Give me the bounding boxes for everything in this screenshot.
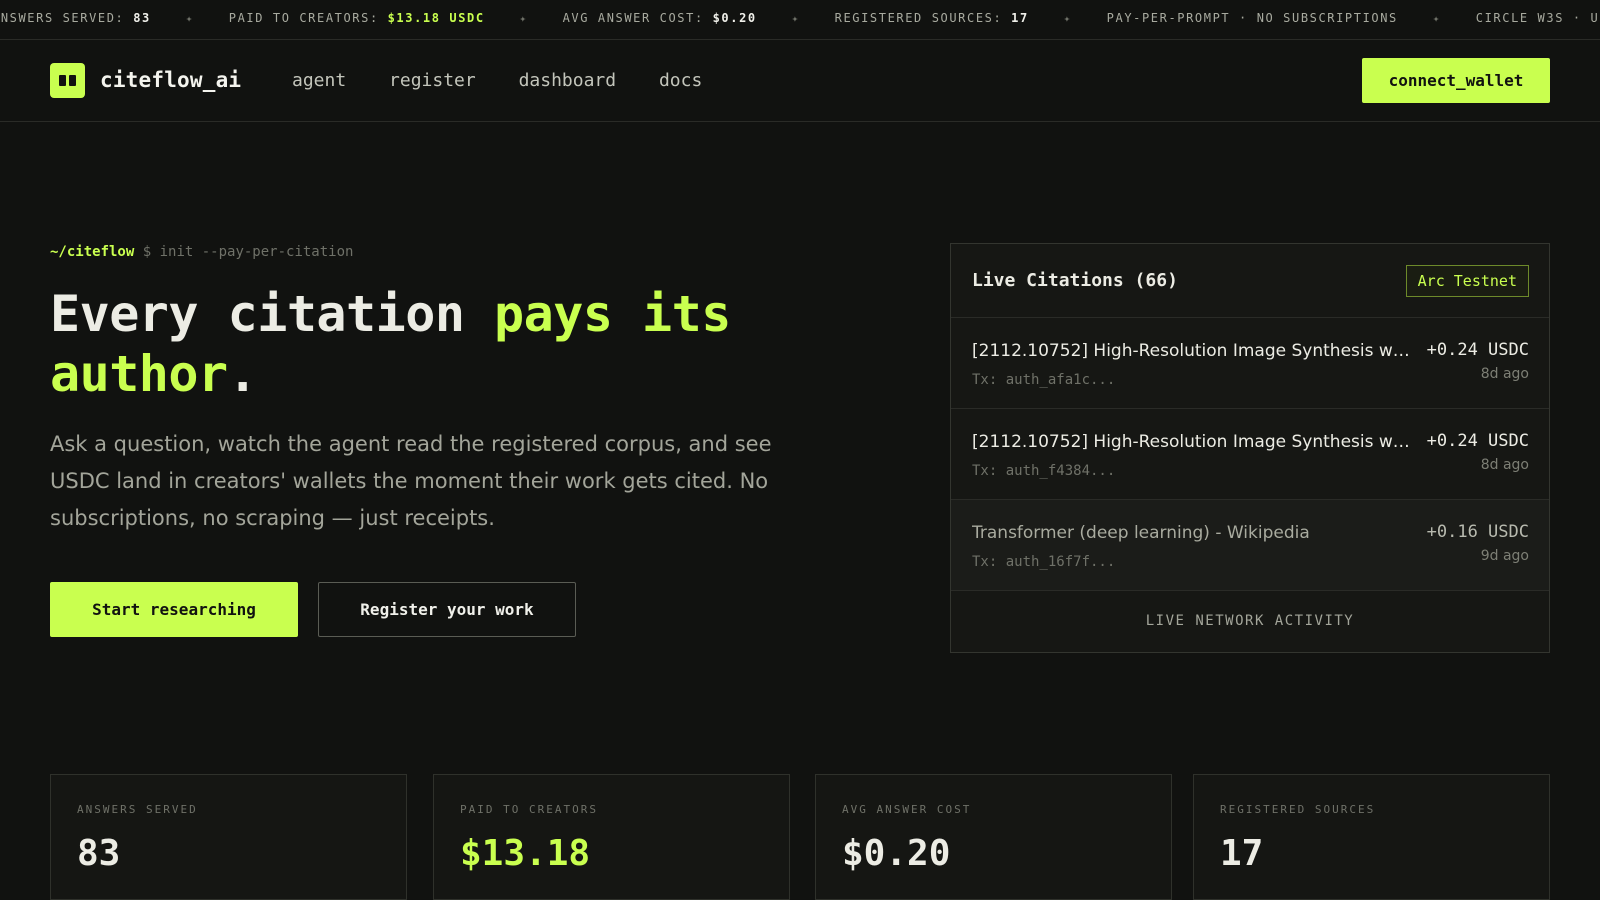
citation-time: 8d ago	[1480, 366, 1529, 382]
stats-grid: ANSWERS SERVED 83 PAID TO CREATORS $13.1…	[50, 774, 1550, 900]
sparkle-icon: ✦	[519, 12, 528, 25]
logo-glyph-left	[59, 75, 66, 86]
citation-amount: +0.24 USDC	[1426, 431, 1529, 451]
brand-name[interactable]: citeflow_ai	[100, 68, 241, 92]
ticker-item-cost: AVG ANSWER COST: $0.20	[562, 11, 757, 25]
citation-amount: +0.16 USDC	[1426, 522, 1529, 542]
sparkle-icon: ✦	[185, 12, 194, 25]
citation-title: Transformer (deep learning) - Wikipedia	[972, 523, 1310, 543]
stats-ticker: ANSWERS SERVED: 83 ✦ PAID TO CREATORS: $…	[0, 0, 1600, 40]
logo-glyph-right	[69, 75, 76, 86]
sparkle-icon: ✦	[791, 12, 800, 25]
citation-row[interactable]: Transformer (deep learning) - Wikipedia …	[951, 500, 1549, 591]
network-badge: Arc Testnet	[1405, 265, 1529, 297]
prompt-command: $ init --pay-per-citation	[134, 244, 354, 260]
citation-time: 9d ago	[1480, 548, 1529, 564]
ticker-item-sources: REGISTERED SOURCES: 17	[834, 11, 1029, 25]
top-nav: citeflow_ai agent register dashboard doc…	[0, 40, 1600, 122]
stat-value: 17	[1220, 833, 1264, 874]
start-researching-button[interactable]: Start researching	[50, 582, 298, 637]
hero-lede: Ask a question, watch the agent read the…	[50, 432, 772, 530]
citation-row[interactable]: [2112.10752] High-Resolution Image Synth…	[951, 409, 1549, 500]
stat-value: $0.20	[842, 833, 951, 874]
stat-card-sources: REGISTERED SOURCES 17	[1193, 774, 1550, 900]
citation-title: [2112.10752] High-Resolution Image Synth…	[972, 432, 1412, 452]
panel-footer[interactable]: LIVE NETWORK ACTIVITY	[951, 591, 1549, 651]
stat-value: $13.18	[460, 833, 591, 874]
ticker-item-paid: PAID TO CREATORS: $13.18 USDC	[228, 11, 485, 25]
terminal-prompt: ~/citeflow $ init --pay-per-citation	[50, 244, 353, 260]
stat-label: REGISTERED SOURCES	[1220, 803, 1376, 816]
sparkle-icon: ✦	[1063, 12, 1072, 25]
citation-tx: Tx: auth_16f7f...	[972, 554, 1116, 570]
stat-card-paid: PAID TO CREATORS $13.18	[433, 774, 790, 900]
headline-plain: Every citation	[50, 285, 495, 343]
nav-link-dashboard[interactable]: dashboard	[519, 70, 617, 91]
nav-link-agent[interactable]: agent	[292, 70, 346, 91]
stat-label: ANSWERS SERVED	[77, 803, 198, 816]
headline-accent-2: author	[50, 345, 228, 403]
live-citations-panel: Live Citations (66) Arc Testnet [2112.10…	[950, 243, 1550, 653]
stat-value: 83	[77, 833, 121, 874]
headline-end: .	[227, 345, 258, 403]
stat-card-answers: ANSWERS SERVED 83	[50, 774, 407, 900]
ticker-item-pricing: PAY-PER-PROMPT · NO SUBSCRIPTIONS	[1106, 11, 1398, 25]
citation-tx: Tx: auth_afa1c...	[972, 372, 1116, 388]
quote-mark-icon[interactable]	[50, 63, 85, 98]
ticker-item-settlement: CIRCLE W3S · USDC SETTLE	[1475, 11, 1600, 25]
register-work-button[interactable]: Register your work	[318, 582, 576, 637]
panel-header: Live Citations (66) Arc Testnet	[951, 244, 1549, 318]
ticker-track: ANSWERS SERVED: 83 ✦ PAID TO CREATORS: $…	[0, 0, 1600, 37]
stat-card-cost: AVG ANSWER COST $0.20	[815, 774, 1172, 900]
citation-tx: Tx: auth_f4384...	[972, 463, 1116, 479]
nav-link-docs[interactable]: docs	[659, 70, 702, 91]
citation-title: [2112.10752] High-Resolution Image Synth…	[972, 341, 1412, 361]
sparkle-icon: ✦	[1432, 12, 1441, 25]
citation-row[interactable]: [2112.10752] High-Resolution Image Synth…	[951, 318, 1549, 409]
connect-wallet-button[interactable]: connect_wallet	[1362, 58, 1550, 103]
prompt-path: ~/citeflow	[50, 244, 135, 260]
ticker-item-answers: ANSWERS SERVED: 83	[0, 11, 151, 25]
hero-headline: Every citation pays its author.	[50, 284, 870, 404]
nav-links: agent register dashboard docs	[292, 70, 734, 91]
panel-title: Live Citations (66)	[972, 270, 1178, 291]
headline-accent-1: pays its	[494, 285, 731, 343]
stat-label: AVG ANSWER COST	[842, 803, 972, 816]
citation-amount: +0.24 USDC	[1426, 340, 1529, 360]
citation-time: 8d ago	[1480, 457, 1529, 473]
nav-link-register[interactable]: register	[389, 70, 476, 91]
stat-label: PAID TO CREATORS	[460, 803, 598, 816]
